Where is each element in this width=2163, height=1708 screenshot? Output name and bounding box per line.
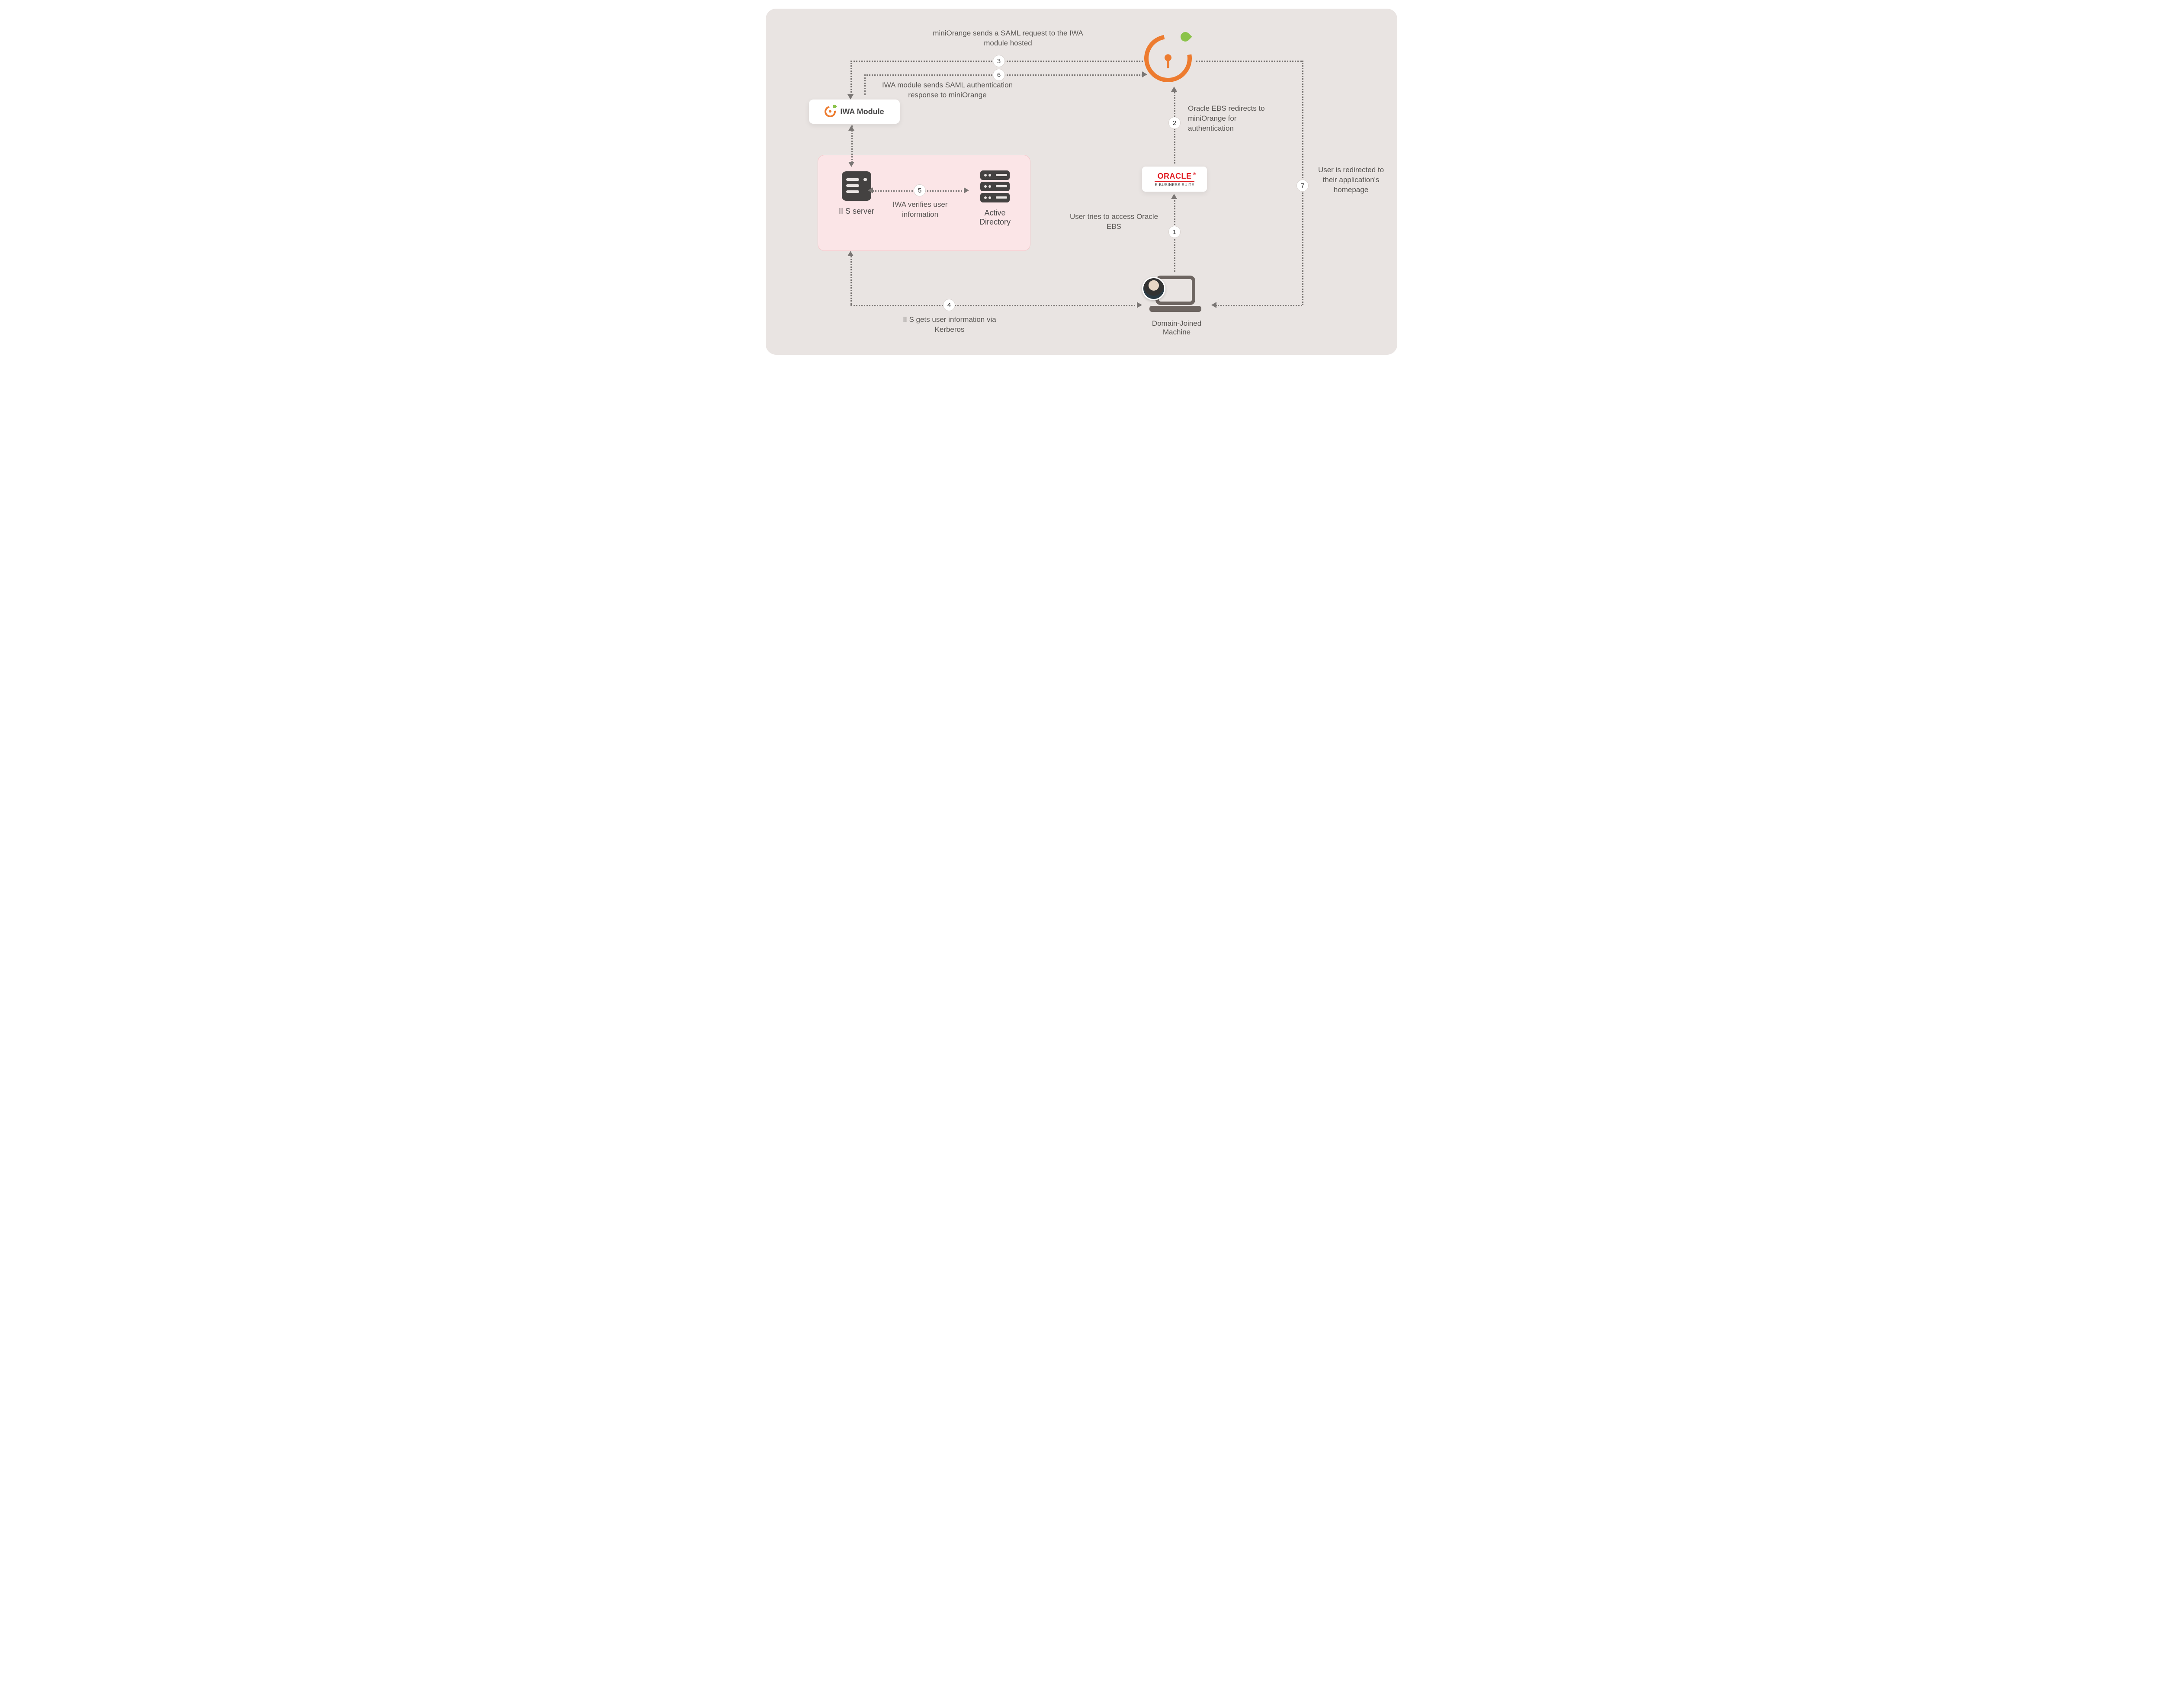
diagram-canvas: IWA Module II S server Active Directory	[766, 9, 1397, 355]
flow-line	[851, 125, 853, 165]
miniorange-icon	[825, 106, 836, 117]
step-badge-2: 2	[1168, 117, 1181, 129]
iis-server-node: II S server	[831, 169, 883, 216]
step-badge-7: 7	[1297, 180, 1309, 192]
user-avatar	[1142, 277, 1165, 300]
iis-server-label: II S server	[831, 207, 883, 216]
step-badge-3: 3	[993, 55, 1005, 67]
flow-line	[850, 253, 852, 305]
step-7-text: User is redirected to their application'…	[1314, 165, 1388, 195]
step-badge-4: 4	[943, 299, 955, 311]
flow-line	[1216, 305, 1302, 306]
oracle-ebs-node: ORACLE E-BUSINESS SUITE	[1142, 167, 1207, 192]
flow-line	[850, 61, 852, 95]
oracle-sub-text: E-BUSINESS SUITE	[1155, 181, 1194, 187]
arrow-down-icon	[847, 94, 854, 100]
step-badge-5: 5	[914, 184, 926, 196]
database-stack-icon	[978, 169, 1012, 205]
step-badge-6: 6	[993, 69, 1005, 81]
arrow-left-icon	[868, 187, 873, 193]
flow-line	[1196, 61, 1302, 62]
step-1-text: User tries to access Oracle EBS	[1069, 212, 1159, 232]
active-directory-node: Active Directory	[969, 169, 1021, 227]
arrow-up-icon	[847, 251, 854, 256]
oracle-logo-text: ORACLE	[1158, 172, 1192, 181]
arrow-down-icon	[848, 162, 854, 167]
step-6-text: IWA module sends SAML authentication res…	[874, 80, 1021, 100]
step-2-text: Oracle EBS redirects to miniOrange for a…	[1188, 104, 1279, 134]
step-badge-1: 1	[1168, 226, 1181, 238]
server-icon	[839, 169, 874, 203]
arrow-left-icon	[1211, 302, 1216, 308]
active-directory-label: Active Directory	[969, 209, 1021, 227]
arrow-right-icon	[1137, 302, 1142, 308]
step-5-text: IWA verifies user information	[883, 200, 957, 220]
arrow-up-icon	[848, 125, 854, 131]
step-3-text: miniOrange sends a SAML request to the I…	[930, 29, 1086, 48]
iwa-module-label: IWA Module	[840, 107, 884, 116]
domain-joined-machine-label: Domain-Joined Machine	[1142, 319, 1211, 337]
miniorange-logo	[1144, 35, 1192, 82]
flow-line	[850, 305, 1139, 306]
arrow-up-icon	[1171, 87, 1177, 92]
arrow-up-icon	[1171, 194, 1177, 199]
flow-line	[864, 74, 866, 95]
iwa-module-node: IWA Module	[809, 100, 900, 124]
step-4-text: II S gets user information via Kerberos	[895, 315, 1004, 335]
arrow-right-icon	[1142, 71, 1147, 77]
arrow-right-icon	[964, 187, 969, 193]
